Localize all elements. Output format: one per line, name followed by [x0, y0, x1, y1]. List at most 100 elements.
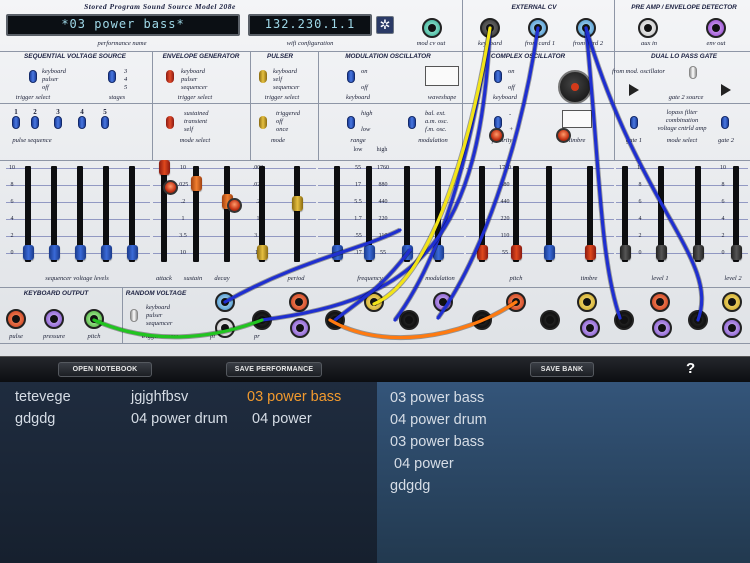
slider-knob[interactable] — [364, 245, 375, 260]
env-trigger-toggle[interactable] — [166, 70, 174, 83]
patch-jack[interactable] — [577, 292, 597, 312]
indicator-lamp — [227, 198, 242, 213]
pulse-step-toggle[interactable] — [78, 116, 86, 129]
slider-knob[interactable] — [402, 245, 413, 260]
bank-item[interactable]: 03 power bass — [390, 434, 484, 450]
keyboard-cv-jack[interactable] — [480, 18, 500, 38]
env-out-jack[interactable] — [706, 18, 726, 38]
kb-pressure-jack[interactable] — [44, 309, 64, 329]
pulser-mode-toggle[interactable] — [259, 116, 267, 129]
scale-label: 8 — [721, 182, 725, 188]
pulse-step-toggle[interactable] — [12, 116, 20, 129]
patch-jack[interactable] — [215, 318, 235, 338]
card-1-cv-jack[interactable] — [528, 18, 548, 38]
slider-knob[interactable] — [191, 176, 202, 191]
patch-jack[interactable] — [688, 310, 708, 330]
help-button[interactable]: ? — [686, 360, 695, 377]
gate-2-source-toggle[interactable] — [689, 66, 697, 79]
slider-knob[interactable] — [693, 245, 704, 260]
cx-timbre-knob[interactable] — [558, 70, 592, 104]
slider-knob[interactable] — [127, 245, 138, 260]
kb-pulse-jack[interactable] — [6, 309, 26, 329]
patch-jack[interactable] — [252, 310, 272, 330]
patch-jack[interactable] — [290, 318, 310, 338]
seq-trigger-toggle[interactable] — [29, 70, 37, 83]
aux-in-jack[interactable] — [638, 18, 658, 38]
slider-knob[interactable] — [75, 245, 86, 260]
gate-2-mode-toggle[interactable] — [721, 116, 729, 129]
waveshape-icon[interactable] — [425, 66, 459, 86]
scale-label: 6 — [638, 199, 642, 205]
stages-toggle[interactable] — [108, 70, 116, 83]
patch-jack[interactable] — [540, 310, 560, 330]
save-performance-button[interactable]: SAVE PERFORMANCE — [226, 362, 322, 377]
bank-item[interactable]: 04 power drum — [390, 412, 487, 428]
mod-cv-out-jack[interactable] — [422, 18, 442, 38]
slider-knob[interactable] — [433, 245, 444, 260]
patch-jack[interactable] — [433, 292, 453, 312]
patch-jack[interactable] — [722, 292, 742, 312]
patch-jack[interactable] — [580, 318, 600, 338]
patch-jack[interactable] — [472, 310, 492, 330]
divider — [318, 51, 319, 161]
mod-modulation-toggle[interactable] — [408, 116, 416, 129]
open-notebook-button[interactable]: OPEN NOTEBOOK — [58, 362, 152, 377]
pulser-trigger-toggle[interactable] — [259, 70, 267, 83]
gate-1-label: gate 1 — [625, 137, 643, 144]
kb-pitch-jack[interactable] — [84, 309, 104, 329]
save-bank-button[interactable]: SAVE BANK — [530, 362, 594, 377]
mod-range-toggle[interactable] — [347, 116, 355, 129]
patch-jack[interactable] — [289, 292, 309, 312]
wifi-address-display[interactable]: 132.230.1.1 — [248, 14, 372, 36]
card-2-cv-jack[interactable] — [576, 18, 596, 38]
bank-item[interactable]: gdgdg — [390, 478, 430, 494]
slider-knob[interactable] — [656, 245, 667, 260]
slider-knob[interactable] — [511, 245, 522, 260]
bank-item[interactable]: 03 power bass — [390, 390, 484, 406]
performance-name-display[interactable]: *03 power bass* — [6, 14, 240, 36]
pulser-mode-label: mode — [270, 137, 286, 144]
slider-knob[interactable] — [620, 245, 631, 260]
patch-jack[interactable] — [364, 292, 384, 312]
slider-knob[interactable] — [332, 245, 343, 260]
pulse-step-toggle[interactable] — [31, 116, 39, 129]
patch-jack[interactable] — [215, 292, 235, 312]
slider-group-label: level 1 — [651, 275, 669, 282]
gear-icon[interactable]: ✲ — [376, 16, 394, 34]
pulse-step-toggle[interactable] — [101, 116, 109, 129]
slider-knob[interactable] — [585, 245, 596, 260]
patch-jack[interactable] — [325, 310, 345, 330]
slider-knob[interactable] — [23, 245, 34, 260]
notebook-item-selected[interactable]: 03 power bass — [247, 389, 341, 405]
patch-jack[interactable] — [722, 318, 742, 338]
slider-knob[interactable] — [292, 196, 303, 211]
notebook-item[interactable]: jgjghfbsv — [131, 389, 188, 405]
gate-1-mode-toggle[interactable] — [630, 116, 638, 129]
env-mode-toggle[interactable] — [166, 116, 174, 129]
mod-keyboard-toggle[interactable] — [347, 70, 355, 83]
slider-knob[interactable] — [477, 245, 488, 260]
patch-jack[interactable] — [650, 292, 670, 312]
rv-trigger-toggle[interactable] — [130, 309, 138, 322]
patch-jack[interactable] — [652, 318, 672, 338]
scale-label: 2 — [721, 233, 725, 239]
notebook-item[interactable]: 04 power drum — [131, 411, 228, 427]
patch-jack[interactable] — [614, 310, 634, 330]
slider-knob[interactable] — [49, 245, 60, 260]
slider-guide-line — [616, 185, 748, 186]
bank-item[interactable]: 04 power — [394, 456, 454, 472]
pulse-step-toggle[interactable] — [54, 116, 62, 129]
patch-jack[interactable] — [506, 292, 526, 312]
slider-knob[interactable] — [257, 245, 268, 260]
notebook-item[interactable]: tetevege — [15, 389, 71, 405]
scale-label: 10 — [720, 165, 726, 171]
cx-keyboard-toggle[interactable] — [494, 70, 502, 83]
slider-knob[interactable] — [731, 245, 742, 260]
slider-group-label: pitch — [509, 275, 523, 282]
notebook-item[interactable]: 04 power — [252, 411, 312, 427]
notebook-item[interactable]: gdgdg — [15, 411, 55, 427]
slider-knob[interactable] — [544, 245, 555, 260]
slider-knob[interactable] — [159, 160, 170, 175]
slider-knob[interactable] — [101, 245, 112, 260]
patch-jack[interactable] — [399, 310, 419, 330]
